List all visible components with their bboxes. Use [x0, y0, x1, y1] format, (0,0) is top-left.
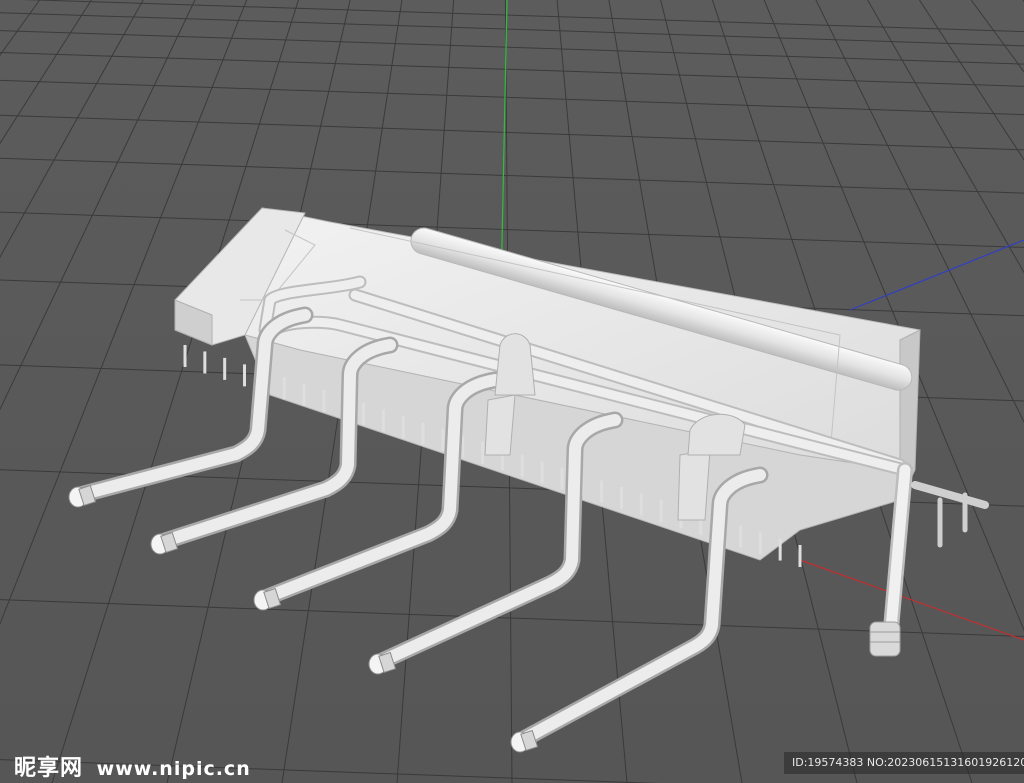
grid-line: [0, 12, 1024, 47]
bottom-right-fitting: [869, 621, 901, 657]
watermark-url: www.nipic.cn: [96, 758, 251, 780]
x-axis-line: [799, 559, 1024, 641]
3d-viewport[interactable]: 昵享网 www.nipic.cn ID:19574383 NO:20230615…: [0, 0, 1024, 783]
grid-line: [0, 211, 1024, 248]
grid-line: [0, 0, 248, 626]
grid-line: [970, 0, 1024, 73]
grid-line: [0, 114, 1024, 151]
grid-line: [0, 51, 1024, 87]
scene-canvas[interactable]: [0, 0, 1024, 783]
watermark-logo: 昵享网 www.nipic.cn: [14, 750, 251, 782]
watermark-logo-text: 昵享网: [14, 756, 84, 781]
grid-line: [0, 157, 1024, 194]
watermark-id: ID:19574383 NO:20230615131601926120: [784, 752, 1024, 774]
grid-line: [0, 30, 1024, 65]
z-axis-line: [849, 239, 1024, 311]
grid-line: [0, 0, 41, 57]
outlet-pipe: [74, 309, 311, 501]
grid-line: [0, 0, 196, 411]
